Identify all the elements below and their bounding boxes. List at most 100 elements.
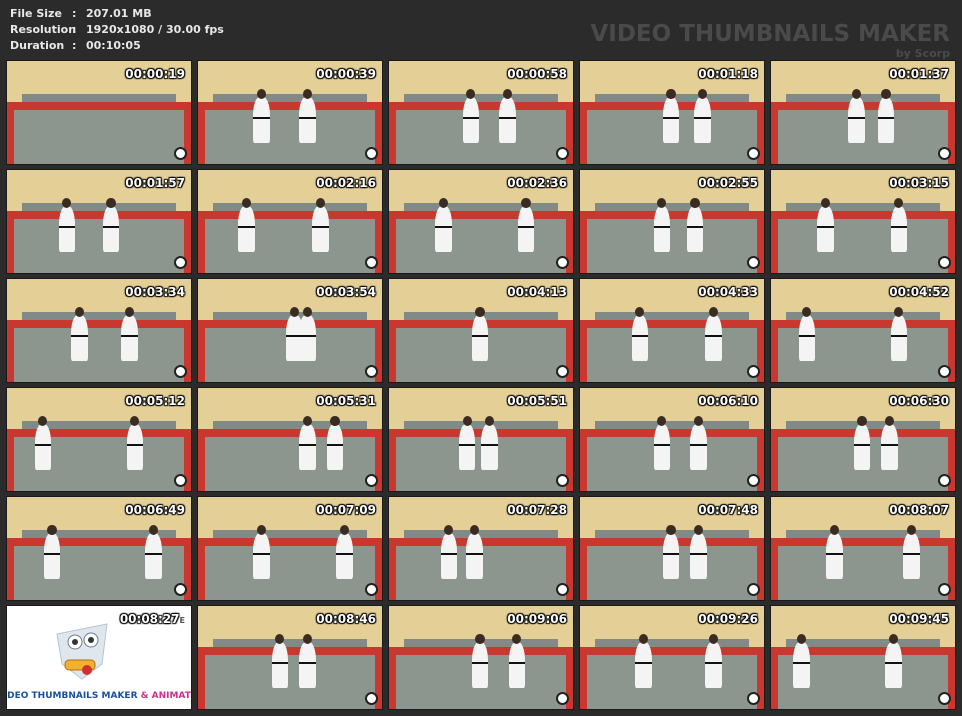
timestamp: 00:02:36 [507,176,567,190]
timestamp: 00:09:06 [507,612,567,626]
timestamp: 00:09:45 [889,612,949,626]
judoka-figure [499,88,516,144]
video-thumbnail[interactable]: 00:04:33 [579,278,765,383]
video-thumbnail[interactable]: 00:05:51 [388,387,574,492]
timestamp: 00:05:12 [125,394,185,408]
brand-watermark: VIDEO THUMBNAILS MAKER by Scorp [590,20,950,60]
separator: : [72,7,77,20]
video-thumbnail[interactable]: 00:04:13 [388,278,574,383]
judoka-figure [145,524,162,580]
video-thumbnail[interactable]: 00:05:12 [6,387,192,492]
video-thumbnail[interactable]: 00:00:58 [388,60,574,165]
watermark-icon [365,365,378,378]
resolution-value: 1920x1080 / 30.00 fps [86,23,224,36]
video-thumbnail[interactable]: 00:03:54 [197,278,383,383]
watermark-icon [938,365,951,378]
watermark-icon [938,692,951,705]
timestamp: 00:01:57 [125,176,185,190]
video-thumbnail[interactable]: 00:07:09 [197,496,383,601]
duration-label: Duration [10,39,65,52]
judoka-figure [471,306,489,362]
video-thumbnail[interactable]: 00:01:18 [579,60,765,165]
judoka-figure [817,197,834,253]
timestamp: 00:08:46 [316,612,376,626]
judoka-figure [848,88,865,144]
watermark-icon [174,365,187,378]
video-thumbnail[interactable]: 00:06:10 [579,387,765,492]
judoka-figure [690,415,707,471]
timestamp: 00:04:13 [507,285,567,299]
timestamp: 00:05:31 [316,394,376,408]
judoka-figure [517,197,535,253]
judoka-figure [662,88,680,144]
judoka-figure [686,197,704,253]
watermark-icon [174,474,187,487]
judoka-figure [102,197,120,253]
video-thumbnail[interactable]: 00:04:52 [770,278,956,383]
video-thumbnail[interactable]: 00:07:48 [579,496,765,601]
watermark-icon [747,692,760,705]
judoka-figure [890,197,908,253]
video-thumbnail[interactable]: 00:01:37 [770,60,956,165]
video-thumbnail[interactable]: 00:02:16 [197,169,383,274]
video-thumbnail[interactable]: 00:02:36 [388,169,574,274]
video-thumbnail[interactable]: 00:07:28 [388,496,574,601]
judoka-figure [58,197,76,253]
watermark-icon [365,474,378,487]
logo-edge-char: E [179,616,185,625]
watermark-icon [747,147,760,160]
file-info-panel: File Size : 207.01 MB Resolution : 1920x… [10,6,224,54]
watermark-icon [365,583,378,596]
logo-text-accent: & ANIMAT [137,691,191,701]
video-thumbnail[interactable]: 00:06:49 [6,496,192,601]
video-thumbnail[interactable]: 00:02:55 [579,169,765,274]
brand-title: VIDEO THUMBNAILS MAKER [590,21,950,47]
video-thumbnail[interactable]: 00:08:46 [197,605,383,710]
timestamp: 00:04:52 [889,285,949,299]
video-thumbnail[interactable]: 00:08:07 [770,496,956,601]
video-thumbnail[interactable]: 00:06:30 [770,387,956,492]
separator: : [72,39,77,52]
video-thumbnail[interactable]: 00:09:06 [388,605,574,710]
video-thumbnail[interactable]: 00:03:34 [6,278,192,383]
judoka-figure [440,524,458,580]
watermark-icon [938,147,951,160]
video-thumbnail[interactable]: 00:03:15 [770,169,956,274]
watermark-icon [747,256,760,269]
watermark-icon [365,692,378,705]
video-thumbnail[interactable]: 00:01:57 [6,169,192,274]
timestamp: 00:03:15 [889,176,949,190]
judoka-figure [798,306,816,362]
logo-text: DEO THUMBNAILS MAKER & ANIMAT [7,691,191,701]
judoka-figure [462,88,480,144]
judoka-figure [126,415,144,471]
judoka-figure [271,633,289,689]
timestamp: 00:05:51 [507,394,567,408]
judoka-figure [508,633,526,689]
judoka-figure [853,415,871,471]
video-thumbnail[interactable]: 00:00:19 [6,60,192,165]
video-thumbnail[interactable]: DEO THUMBNAILS MAKER & ANIMAT 00:08:27E [6,605,192,710]
judoka-figure [877,88,895,144]
watermark-icon [556,256,569,269]
judoka-figure [121,306,138,362]
resolution-row: Resolution : 1920x1080 / 30.00 fps [10,22,224,38]
timestamp: 00:00:58 [507,67,567,81]
brand-subtitle: by Scorp [895,47,950,60]
video-thumbnail[interactable]: 00:00:39 [197,60,383,165]
judoka-figure [694,88,711,144]
video-thumbnail[interactable]: 00:09:26 [579,605,765,710]
timestamp: 00:09:26 [698,612,758,626]
timestamp: 00:07:48 [698,503,758,517]
video-thumbnail[interactable]: 00:05:31 [197,387,383,492]
judoka-figure [34,415,52,471]
timestamp: 00:06:49 [125,503,185,517]
video-thumbnail[interactable]: 00:09:45 [770,605,956,710]
timestamp: 00:02:55 [698,176,758,190]
timestamp: 00:00:39 [316,67,376,81]
timestamp: 00:08:27E [120,612,185,626]
judoka-figure [653,197,671,253]
timestamp: 00:03:34 [125,285,185,299]
judoka-figure [312,197,329,253]
watermark-icon [747,474,760,487]
